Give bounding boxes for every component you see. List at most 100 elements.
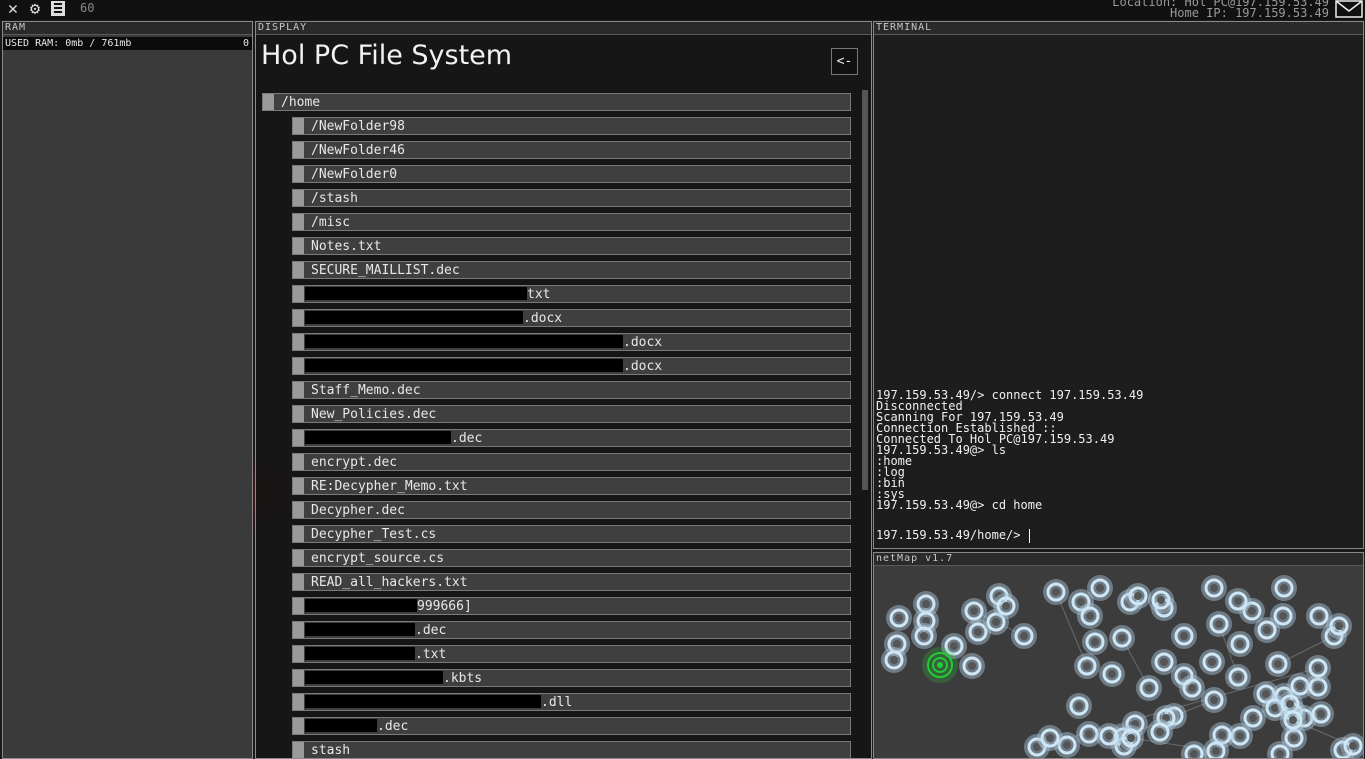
terminal-line: :home xyxy=(876,454,913,468)
network-node[interactable] xyxy=(1096,723,1122,749)
close-icon[interactable]: ✕ xyxy=(3,0,23,18)
gear-icon[interactable]: ⚙ xyxy=(25,0,45,18)
file-item[interactable]: .docx xyxy=(292,333,851,351)
redacted-block xyxy=(305,287,527,300)
folder-item[interactable]: /NewFolder98 xyxy=(292,117,851,135)
network-node[interactable] xyxy=(1199,649,1225,675)
file-item[interactable]: .kbts xyxy=(292,669,851,687)
file-item[interactable]: .dec xyxy=(292,429,851,447)
file-item[interactable]: SECURE_MAILLIST.dec xyxy=(292,261,851,279)
mail-icon[interactable] xyxy=(1335,0,1363,18)
redacted-block xyxy=(305,623,415,636)
file-item[interactable]: .dec xyxy=(292,717,851,735)
file-item[interactable]: RE:Decypher_Memo.txt xyxy=(292,477,851,495)
file-item[interactable]: Decypher_Test.cs xyxy=(292,525,851,543)
file-item[interactable]: Staff_Memo.dec xyxy=(292,381,851,399)
file-item[interactable]: READ_all_hackers.txt xyxy=(292,573,851,591)
file-item[interactable]: .docx xyxy=(292,357,851,375)
current-node[interactable] xyxy=(922,647,958,683)
folder-item[interactable]: /misc xyxy=(292,213,851,231)
network-node[interactable] xyxy=(1201,687,1227,713)
network-node[interactable] xyxy=(1179,675,1205,701)
network-node[interactable] xyxy=(993,593,1019,619)
network-node[interactable] xyxy=(1206,611,1232,637)
network-node[interactable] xyxy=(1265,651,1291,677)
back-button[interactable]: <- xyxy=(831,48,858,75)
file-item[interactable]: Notes.txt xyxy=(292,237,851,255)
network-node[interactable] xyxy=(1118,725,1144,751)
item-tab xyxy=(293,670,304,686)
network-node[interactable] xyxy=(1077,603,1103,629)
network-node[interactable] xyxy=(1326,613,1352,639)
terminal-panel: TERMINAL 197.159.53.49/> connect 197.159… xyxy=(873,21,1364,549)
item-label: READ_all_hackers.txt xyxy=(311,575,468,590)
item-label: .docx xyxy=(623,335,663,350)
file-item[interactable]: Decypher.dec xyxy=(292,501,851,519)
file-item[interactable]: .dll xyxy=(292,693,851,711)
terminal-input[interactable]: 197.159.53.49/home/> xyxy=(876,528,1030,543)
network-node[interactable] xyxy=(1227,631,1253,657)
item-label: encrypt.dec xyxy=(311,455,398,470)
network-node[interactable] xyxy=(1099,661,1125,687)
item-tab xyxy=(293,694,304,710)
network-node[interactable] xyxy=(1082,629,1108,655)
item-tab xyxy=(293,334,304,350)
network-node[interactable] xyxy=(1087,575,1113,601)
terminal-title: TERMINAL xyxy=(874,22,1363,35)
network-node[interactable] xyxy=(1305,655,1331,681)
network-node[interactable] xyxy=(1254,617,1280,643)
network-node[interactable] xyxy=(1225,588,1251,614)
file-item[interactable]: txt xyxy=(292,285,851,303)
network-node[interactable] xyxy=(1136,675,1162,701)
item-label: .dll xyxy=(541,695,573,710)
network-node[interactable] xyxy=(1308,701,1334,727)
network-node[interactable] xyxy=(1225,664,1251,690)
folder-item[interactable]: /NewFolder46 xyxy=(292,141,851,159)
network-map[interactable] xyxy=(874,566,1363,758)
network-node[interactable] xyxy=(1181,741,1207,758)
file-item[interactable]: encrypt.dec xyxy=(292,453,851,471)
network-node[interactable] xyxy=(886,605,912,631)
ram-title: RAM xyxy=(3,22,252,35)
network-node[interactable] xyxy=(1125,583,1151,609)
folder-item[interactable]: /NewFolder0 xyxy=(292,165,851,183)
network-node[interactable] xyxy=(1280,707,1306,733)
file-item[interactable]: stash xyxy=(292,741,851,758)
file-item[interactable]: .txt xyxy=(292,645,851,663)
file-item[interactable]: New_Policies.dec xyxy=(292,405,851,423)
file-item[interactable]: .dec xyxy=(292,621,851,639)
save-icon[interactable] xyxy=(48,0,68,18)
item-label: /misc xyxy=(311,215,351,230)
redacted-block xyxy=(305,431,451,444)
network-node[interactable] xyxy=(881,647,907,673)
terminal-prompt: 197.159.53.49/home/> xyxy=(876,528,1021,542)
network-node[interactable] xyxy=(1148,587,1174,613)
network-node[interactable] xyxy=(911,623,937,649)
folder-item[interactable]: /home xyxy=(262,93,851,111)
ram-panel: RAM USED RAM: 0mb / 761mb 0 xyxy=(2,21,253,759)
home-ip-label: Home IP: 197.159.53.49 xyxy=(1170,6,1329,20)
file-item[interactable]: .docx xyxy=(292,309,851,327)
item-label: .txt xyxy=(415,647,447,662)
folder-item[interactable]: /stash xyxy=(292,189,851,207)
item-label: /NewFolder0 xyxy=(311,167,398,182)
network-node[interactable] xyxy=(1037,725,1063,751)
network-node[interactable] xyxy=(1043,579,1069,605)
file-item[interactable]: encrypt_source.cs xyxy=(292,549,851,567)
network-node[interactable] xyxy=(1201,575,1227,601)
file-item[interactable]: 999666] xyxy=(292,597,851,615)
network-node[interactable] xyxy=(1171,623,1197,649)
network-node[interactable] xyxy=(1074,653,1100,679)
network-node[interactable] xyxy=(1271,575,1297,601)
item-tab xyxy=(293,622,304,638)
redacted-block xyxy=(305,359,623,372)
network-node[interactable] xyxy=(959,653,985,679)
network-node[interactable] xyxy=(1011,623,1037,649)
file-list: /home/NewFolder98/NewFolder46/NewFolder0… xyxy=(256,92,856,758)
scrollbar[interactable] xyxy=(862,90,868,490)
redacted-block xyxy=(305,311,523,324)
network-node[interactable] xyxy=(1066,693,1092,719)
network-node[interactable] xyxy=(1340,733,1363,758)
network-node[interactable] xyxy=(1109,625,1135,651)
network-node[interactable] xyxy=(1147,719,1173,745)
